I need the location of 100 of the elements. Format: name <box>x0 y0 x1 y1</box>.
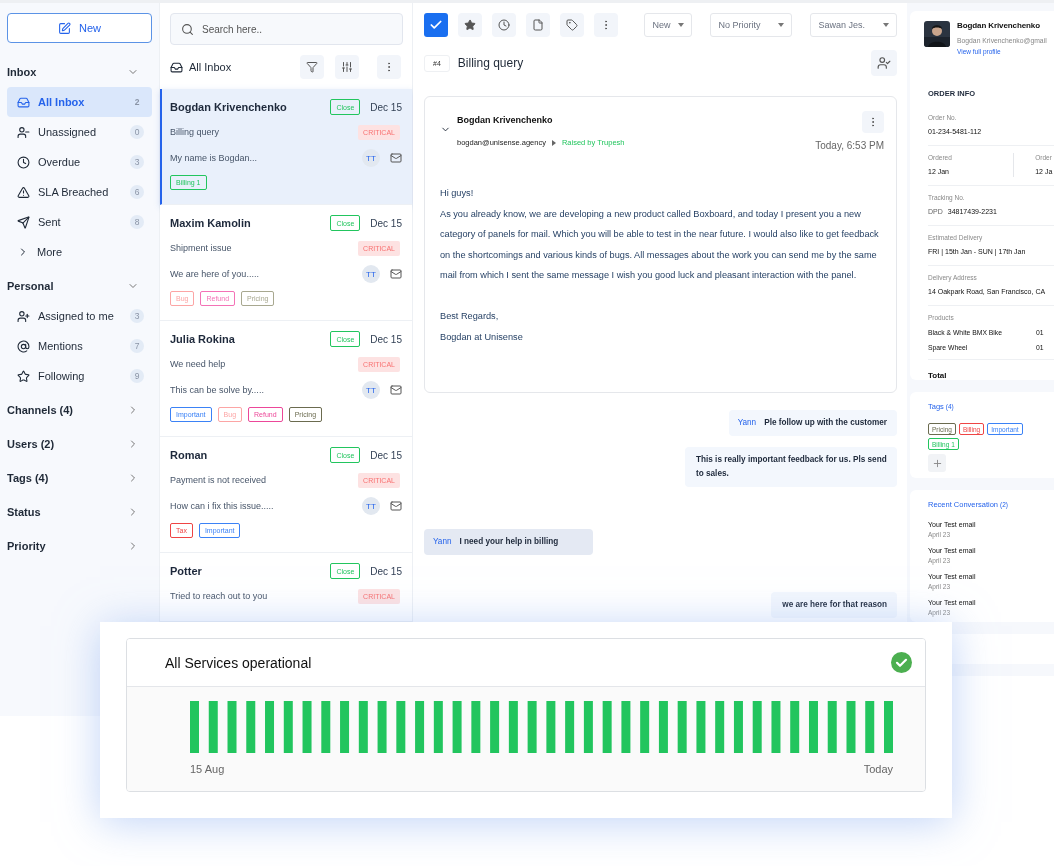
nav-item[interactable]: Sent 8 <box>7 207 152 237</box>
ticket-subject: Billing query <box>170 127 221 137</box>
nav-count: 0 <box>130 125 144 139</box>
sender-name: Bogdan Krivenchenko <box>457 115 554 125</box>
inbox-icon <box>17 95 30 109</box>
email-signoff: Best Regards, <box>440 309 500 323</box>
tag-button[interactable] <box>560 13 584 37</box>
done-checkbox[interactable] <box>424 13 448 37</box>
mail-icon <box>390 500 402 512</box>
caret-icon <box>678 23 685 27</box>
clock-icon <box>498 19 510 31</box>
add-tag-button[interactable] <box>928 454 946 473</box>
nav-item[interactable]: Overdue 3 <box>7 147 152 177</box>
nav-count: 7 <box>130 339 144 353</box>
message-bubble: This is really important feedback for us. Pls send to sales. <box>685 447 897 487</box>
nav-count: 6 <box>130 185 144 199</box>
plus-icon <box>931 457 943 469</box>
nav-label: Following <box>38 370 86 382</box>
ticket-date: Dec 15 <box>370 333 402 345</box>
nav-label: Unassigned <box>38 126 98 138</box>
tag-icon <box>566 19 578 31</box>
list-title: All Inbox <box>189 61 233 73</box>
file-icon <box>532 19 544 31</box>
ticket-subject: Payment is not received <box>170 475 268 485</box>
nav-label: Mentions <box>38 340 84 352</box>
more-button[interactable] <box>862 111 884 133</box>
more-item[interactable]: More <box>7 237 152 267</box>
mail-icon <box>390 384 402 396</box>
filter-icon <box>306 61 318 73</box>
ticket-date: Dec 15 <box>370 565 402 577</box>
ticket-subject: Shipment issue <box>170 243 233 253</box>
search-field[interactable]: Search here.. <box>170 13 403 45</box>
dropdown[interactable]: Sawan Jes. <box>810 13 897 37</box>
dropdown[interactable]: New <box>644 13 693 37</box>
email-paragraph: As you already know, we are developing a new product called Boxboard, and today I present you a new category of panels for mail. Which you will be able to test in the near future. I would also like to get feedback on the shortcomings and various kinds of bugs. All messages about the work you can send me by the same mail from which I sent the same message I wish you good luck and pleasant interaction with the panel. <box>440 207 880 283</box>
nav-item[interactable]: Assigned to me 3 <box>7 301 152 331</box>
arrow-icon <box>551 139 556 146</box>
at-sign-icon <box>17 339 30 353</box>
ticket-subject: Tried to reach out to you <box>170 591 269 601</box>
dropdown[interactable]: No Priority <box>710 13 793 37</box>
avatar: TT <box>362 149 380 167</box>
clock-button[interactable] <box>492 13 516 37</box>
email-paragraph: Hi guys! <box>440 187 475 200</box>
section-title: Tags (4) <box>7 472 49 484</box>
mail-icon <box>390 268 402 280</box>
caret-icon <box>883 23 889 27</box>
nav-item[interactable]: All Inbox 2 <box>7 87 152 117</box>
nav-count: 3 <box>130 309 144 323</box>
ticket-name: Julia Rokina <box>170 333 236 345</box>
message-bubble: Yann Ple follow up with the customer <box>728 410 897 436</box>
section-title: Status <box>7 506 41 518</box>
more-button[interactable] <box>377 55 401 79</box>
mail-icon <box>390 152 402 164</box>
ticket-preview: How can i fix this issue..... <box>170 501 275 511</box>
filter-button[interactable] <box>300 55 324 79</box>
nav-label: Sent <box>38 216 62 228</box>
nav-item[interactable]: Mentions 7 <box>7 331 152 361</box>
ticket-subject: We need help <box>170 359 227 369</box>
ticket-preview: My name is Bogdan... <box>170 153 259 163</box>
sliders-icon <box>341 61 353 73</box>
email-time: Today, 6:53 PM <box>815 140 884 151</box>
user-minus-icon <box>17 125 30 139</box>
nav-item[interactable]: Following 9 <box>7 361 152 391</box>
axis-label: 15 Aug <box>190 763 225 775</box>
email-signoff: Bogdan at Unisense <box>440 330 524 344</box>
avatar: TT <box>362 265 380 283</box>
profile-name: Bogdan Krivenchenko <box>957 21 1041 30</box>
inbox-icon <box>170 60 183 74</box>
section-title: Personal <box>7 280 54 292</box>
search-icon <box>181 22 194 36</box>
ticket-name: Bogdan Krivenchenko <box>170 101 288 113</box>
section-title: Priority <box>7 540 46 552</box>
nav-count: 3 <box>130 155 144 169</box>
warning-icon <box>17 185 30 199</box>
ticket-name: Maxim Kamolin <box>170 217 252 229</box>
axis-label: Today <box>863 763 893 775</box>
sliders-button[interactable] <box>335 55 359 79</box>
star-button[interactable] <box>458 13 482 37</box>
avatar: TT <box>362 497 380 515</box>
message-bubble: we are here for that reason <box>771 592 897 618</box>
nav-label: Overdue <box>38 156 82 168</box>
status-title: All Services operational <box>165 654 312 671</box>
total-label: Total <box>928 370 948 380</box>
nav-count: 9 <box>130 369 144 383</box>
ticket-date: Dec 15 <box>370 101 402 113</box>
star-icon <box>17 369 30 383</box>
more-button[interactable] <box>594 13 618 37</box>
nav-item[interactable]: Unassigned 0 <box>7 117 152 147</box>
search-input[interactable]: Search here.. <box>202 14 392 44</box>
nav-count: 8 <box>130 215 144 229</box>
nav-label: SLA Breached <box>38 186 110 198</box>
new-button[interactable]: New <box>7 13 152 43</box>
caret-icon <box>778 23 785 27</box>
file-button[interactable] <box>526 13 550 37</box>
nav-item[interactable]: SLA Breached 6 <box>7 177 152 207</box>
ticket-title: Billing query <box>457 56 525 70</box>
avatar: TT <box>362 381 380 399</box>
clock-icon <box>17 155 30 169</box>
ticket-preview: This can be solve by..... <box>170 385 265 395</box>
assign-button[interactable] <box>871 50 897 76</box>
